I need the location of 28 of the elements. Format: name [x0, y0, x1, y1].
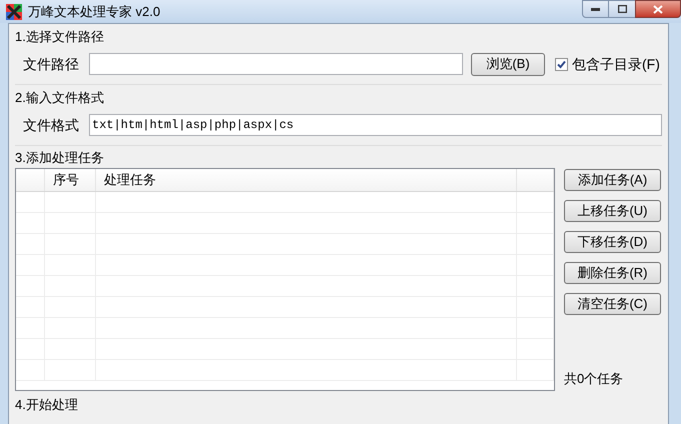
section-title: 1.选择文件路径 [15, 28, 104, 46]
app-icon [6, 4, 22, 20]
task-button[interactable]: 删除任务(R) [564, 262, 661, 284]
column-header[interactable]: 序号 [53, 170, 79, 190]
close-button[interactable] [635, 0, 681, 18]
task-button[interactable]: 添加任务(A) [564, 169, 661, 191]
close-icon [653, 4, 663, 14]
maximize-icon [618, 5, 626, 13]
minimize-icon [591, 8, 600, 10]
section-title: 2.输入文件格式 [15, 89, 104, 108]
field-label: 文件格式 [23, 116, 80, 134]
minimize-button[interactable] [582, 0, 609, 18]
task-count: 共0个任务 [564, 370, 624, 388]
column-header[interactable]: 处理任务 [104, 170, 156, 190]
window-title: 万峰文本处理专家 v2.0 [28, 2, 160, 21]
format-field[interactable]: txt|htm|html|asp|php|aspx|cs [89, 114, 662, 136]
task-button[interactable]: 下移任务(D) [564, 231, 661, 253]
section-title: 3.添加处理任务 [15, 149, 104, 168]
checkbox-label: 包含子目录(F) [572, 54, 660, 74]
field-label: 文件路径 [23, 54, 80, 74]
maximize-button[interactable] [609, 0, 635, 18]
checkmark-icon [557, 60, 566, 68]
task-button[interactable]: 上移任务(U) [564, 200, 661, 222]
task-button[interactable]: 清空任务(C) [564, 293, 661, 315]
path-field[interactable] [89, 53, 463, 75]
browse-button[interactable]: 浏览(B) [471, 52, 545, 76]
checkbox[interactable] [555, 58, 568, 70]
section-title: 4.开始处理 [15, 396, 78, 414]
